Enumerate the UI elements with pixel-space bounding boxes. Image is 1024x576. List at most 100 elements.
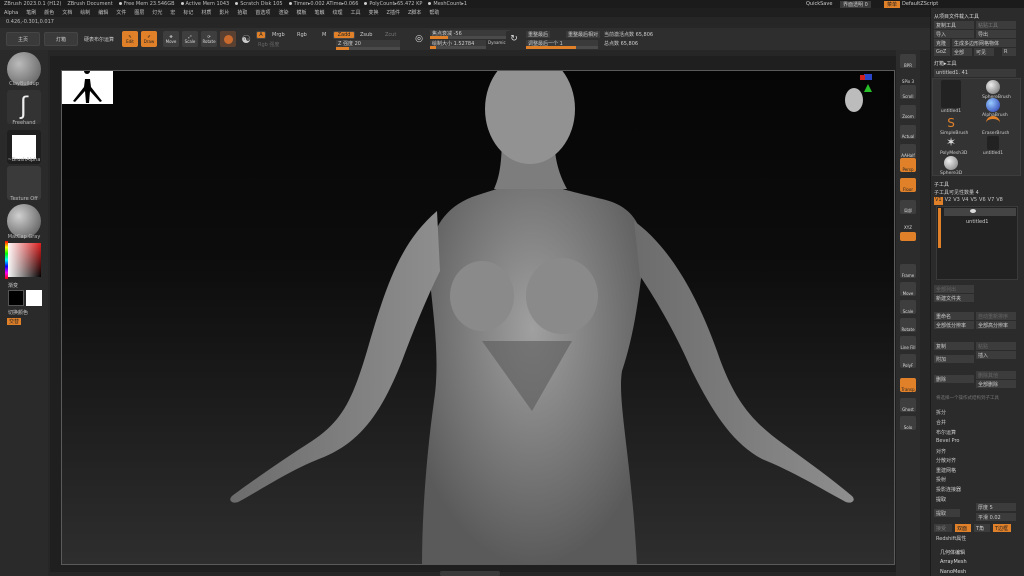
navigator-thumbnail[interactable] xyxy=(62,68,113,104)
menu-item[interactable]: 材质 xyxy=(201,9,211,16)
draw-mode-button[interactable]: ✐ Draw xyxy=(141,31,157,47)
all-low-button[interactable]: 全部低分辨率 xyxy=(934,321,974,329)
spix-button[interactable]: SPix 3 xyxy=(900,70,916,84)
menu-item[interactable]: 文件 xyxy=(116,9,126,16)
delete-other-button[interactable]: 删除其他 xyxy=(976,371,1016,379)
subtool-list[interactable] xyxy=(936,206,1018,280)
primary-color-swatch[interactable] xyxy=(8,290,24,306)
document-viewport[interactable] xyxy=(61,70,895,565)
z-intensity-track[interactable] xyxy=(336,47,400,50)
bevel-pro-button[interactable]: Bevel Pro xyxy=(936,438,959,444)
alternate-button[interactable]: 交替 xyxy=(7,318,22,325)
goz-all-button[interactable]: 全部 xyxy=(952,48,972,56)
rename-button[interactable]: 重命名 xyxy=(934,312,974,320)
menu-item[interactable]: 宏 xyxy=(170,9,175,16)
gradient-label[interactable]: 渐变 xyxy=(8,282,18,289)
arraymesh-button[interactable]: ArrayMesh xyxy=(940,559,967,565)
menu-item[interactable]: 编辑 xyxy=(98,9,108,16)
visibility-tab[interactable]: V5 xyxy=(970,197,977,205)
visibility-tab[interactable]: V1 xyxy=(934,197,943,205)
menu-item[interactable]: 变换 xyxy=(369,9,379,16)
tool-item[interactable]: AlphaBrush xyxy=(982,98,1008,118)
scale-button[interactable]: ⤢ Scale xyxy=(182,31,198,47)
material-thumbnail[interactable] xyxy=(7,204,41,238)
geometry-edit-button[interactable]: 几何体编辑 xyxy=(940,549,965,556)
export-button[interactable]: 导出 xyxy=(976,30,1016,38)
list-all-button[interactable]: 全部列出 xyxy=(934,285,974,293)
menu-item[interactable]: 颜色 xyxy=(44,9,54,16)
all-high-button[interactable]: 全部高分辨率 xyxy=(976,321,1016,329)
tool-item[interactable]: untitled1 xyxy=(940,80,962,114)
delete-all-button[interactable]: 全部删除 xyxy=(976,380,1016,388)
texture-thumbnail[interactable] xyxy=(7,166,41,200)
bpr-button[interactable]: BPR xyxy=(900,54,916,68)
extract-header[interactable]: 提取 xyxy=(936,496,946,503)
visibility-tab[interactable]: V4 xyxy=(962,197,969,205)
xyz-button[interactable]: XYZ xyxy=(900,216,916,230)
home-button[interactable]: 主页 xyxy=(6,32,40,46)
visibility-tab[interactable]: V6 xyxy=(979,197,986,205)
tool-item[interactable]: untitled1 xyxy=(982,136,1004,156)
goz-visible-button[interactable]: 可见 xyxy=(974,48,994,56)
tcorner-button[interactable]: T角 xyxy=(974,524,990,532)
adjust-last-track[interactable] xyxy=(526,46,598,49)
accept-button[interactable]: 接受 xyxy=(934,524,952,532)
menu-item[interactable]: 灯光 xyxy=(152,9,162,16)
load-tool-button[interactable]: 从项目文件载入工具 xyxy=(934,13,979,20)
rgb-button[interactable]: Rgb xyxy=(297,32,307,38)
sculpt-model[interactable] xyxy=(62,71,895,565)
visibility-tab[interactable]: V2 xyxy=(945,197,952,205)
visibility-tab[interactable]: V8 xyxy=(996,197,1003,205)
make-polymesh-button[interactable]: 生成多边形网格物体 xyxy=(952,39,1016,47)
actual-button[interactable]: Actual xyxy=(900,125,916,139)
menu-item[interactable]: 图层 xyxy=(134,9,144,16)
switch-color-button[interactable]: 切换颜色 xyxy=(8,309,28,316)
menu-item[interactable]: 文档 xyxy=(62,9,72,16)
zadd-button[interactable]: Zadd xyxy=(333,31,355,39)
menu-item[interactable]: 笔触 xyxy=(314,9,324,16)
insert-button[interactable]: 插入 xyxy=(976,351,1016,359)
local-button[interactable]: 局部 xyxy=(900,200,916,214)
edit-mode-button[interactable]: ✎ Edit xyxy=(122,31,138,47)
persp-button[interactable]: Persp xyxy=(900,158,916,172)
menu-item[interactable]: 笔刷 xyxy=(26,9,36,16)
aahalf-button[interactable]: AAHalf xyxy=(900,144,916,158)
xyz-active-button[interactable] xyxy=(900,232,916,241)
rearrange-relative-button[interactable]: 重整最后相对 xyxy=(566,31,601,38)
menu-item[interactable]: 渲染 xyxy=(278,9,288,16)
tool-item[interactable]: S SimpleBrush xyxy=(940,116,968,136)
menu-item[interactable]: Z脚本 xyxy=(408,9,421,16)
distribute-button[interactable]: 分散对齐 xyxy=(936,457,956,464)
goz-button[interactable]: GoZ xyxy=(934,48,950,56)
move-view-button[interactable]: Move xyxy=(900,282,916,296)
smooth-slider[interactable]: 平滑 0.02 xyxy=(976,513,1016,521)
rotate-view-button[interactable]: Rotate xyxy=(900,318,916,332)
zsub-button[interactable]: Zsub xyxy=(360,32,372,38)
scroll-button[interactable]: Scroll xyxy=(900,85,916,99)
floor-button[interactable]: Floor xyxy=(900,178,916,192)
ghost-button[interactable]: Ghost xyxy=(900,398,916,412)
frame-button[interactable]: Frame xyxy=(900,264,916,278)
mrgb-button[interactable]: Mrgb xyxy=(272,32,285,38)
paste-tool-button[interactable]: 粘贴工具 xyxy=(976,21,1016,29)
tool-item[interactable]: SphereBrush xyxy=(982,80,1011,100)
m-button[interactable]: M xyxy=(322,32,326,38)
lightbox-button[interactable]: 灯箱 xyxy=(44,32,78,46)
secondary-color-swatch[interactable] xyxy=(26,290,42,306)
menus-button[interactable]: 菜单 xyxy=(884,1,901,8)
rotate-button[interactable]: ⟳ Rotate xyxy=(201,31,217,47)
orientation-gizmo[interactable] xyxy=(842,72,876,122)
material-sphere-button[interactable] xyxy=(220,31,236,47)
import-button[interactable]: 导入 xyxy=(934,30,974,38)
zcut-button[interactable]: Zcut xyxy=(385,32,396,38)
move-button[interactable]: ✥ Move xyxy=(163,31,179,47)
menu-item[interactable]: 工具 xyxy=(351,9,361,16)
draw-size-track[interactable] xyxy=(430,46,486,49)
menu-item[interactable]: 纹理 xyxy=(332,9,342,16)
subtool-visibility-count[interactable]: 子工具可见性数量 4 xyxy=(934,189,979,196)
thickness-slider[interactable]: 厚度 5 xyxy=(976,503,1016,511)
transparency-slider[interactable]: 界面透明 0 xyxy=(840,1,871,8)
transp-button[interactable]: Transp xyxy=(900,378,916,392)
z-intensity-slider[interactable]: Z 强度 20 xyxy=(336,40,400,47)
project-button[interactable]: 投射 xyxy=(936,476,946,483)
